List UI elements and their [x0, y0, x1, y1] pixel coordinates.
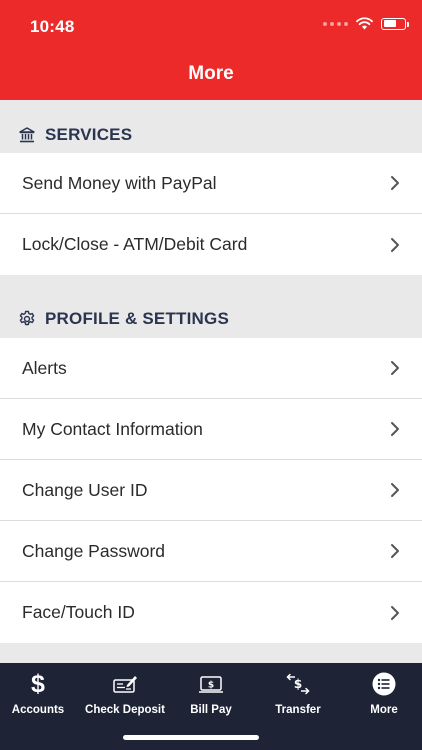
profile-settings-list: Alerts My Contact Information Change Use…	[0, 338, 422, 643]
list-item-lock-close-card[interactable]: Lock/Close - ATM/Debit Card	[0, 214, 422, 275]
tab-accounts[interactable]: $ Accounts	[0, 671, 80, 716]
section-title: SERVICES	[45, 125, 133, 144]
chevron-right-icon	[390, 175, 400, 191]
cellular-signal-icon	[323, 21, 348, 26]
list-item-label: Change User ID	[22, 479, 148, 500]
transfer-icon: $	[284, 671, 312, 697]
chevron-right-icon	[390, 605, 400, 621]
status-indicators	[323, 17, 409, 30]
status-time: 10:48	[30, 17, 75, 36]
tab-more[interactable]: More	[342, 671, 422, 716]
app-header: 10:48 More	[0, 0, 422, 100]
list-item-label: Change Password	[22, 540, 165, 561]
section-title: PROFILE & SETTINGS	[45, 309, 230, 328]
list-item-change-password[interactable]: Change Password	[0, 521, 422, 582]
bill-pay-icon: $	[198, 671, 224, 697]
list-item-label: Alerts	[22, 357, 67, 378]
tab-transfer[interactable]: $ Transfer	[256, 671, 340, 716]
list-item-label: Lock/Close - ATM/Debit Card	[22, 234, 248, 254]
chevron-right-icon	[390, 237, 400, 253]
chevron-right-icon	[390, 421, 400, 437]
list-item-label: My Contact Information	[22, 418, 203, 439]
gear-icon	[18, 310, 36, 328]
list-item-alerts[interactable]: Alerts	[0, 338, 422, 399]
page-title: More	[188, 63, 234, 84]
wifi-icon	[356, 17, 373, 30]
battery-icon	[381, 17, 409, 30]
list-item-send-money-paypal[interactable]: Send Money with PayPal	[0, 153, 422, 214]
services-list: Send Money with PayPal Lock/Close - ATM/…	[0, 153, 422, 275]
tab-bill-pay[interactable]: $ Bill Pay	[169, 671, 253, 716]
list-item-contact-information[interactable]: My Contact Information	[0, 399, 422, 460]
list-item-face-touch-id[interactable]: Face/Touch ID	[0, 582, 422, 643]
list-item-label: Face/Touch ID	[22, 602, 135, 622]
home-indicator[interactable]	[123, 735, 259, 740]
svg-text:$: $	[294, 677, 302, 691]
check-deposit-icon	[112, 671, 138, 697]
svg-text:$: $	[208, 681, 214, 691]
menu-list-icon	[372, 671, 396, 697]
tab-label: Bill Pay	[190, 704, 232, 716]
tab-label: More	[370, 704, 398, 716]
dollar-icon: $	[31, 670, 45, 698]
tab-label: Transfer	[275, 704, 321, 716]
bank-icon	[18, 126, 36, 144]
list-item-change-user-id[interactable]: Change User ID	[0, 460, 422, 521]
tab-label: Accounts	[11, 704, 65, 716]
chevron-right-icon	[390, 482, 400, 498]
chevron-right-icon	[390, 360, 400, 376]
list-item-label: Send Money with PayPal	[22, 172, 217, 193]
tab-label: Check Deposit	[85, 704, 165, 716]
chevron-right-icon	[390, 543, 400, 559]
tab-check-deposit[interactable]: Check Deposit	[83, 671, 167, 716]
